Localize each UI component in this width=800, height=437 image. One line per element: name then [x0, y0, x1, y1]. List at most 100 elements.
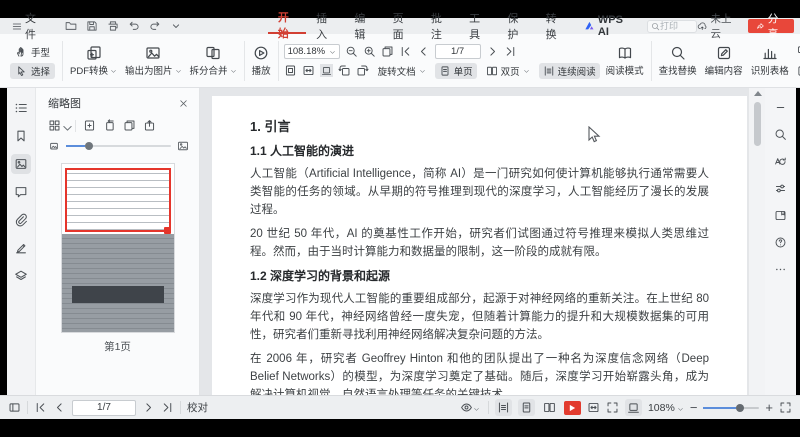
- split-merge-button[interactable]: 拆分合并: [186, 37, 241, 85]
- tab-开始[interactable]: 开始: [267, 12, 307, 40]
- panel-toggle-icon[interactable]: [8, 401, 21, 414]
- viewport-indicator[interactable]: [64, 168, 171, 234]
- wps-ai-button[interactable]: WPS AI: [584, 14, 633, 38]
- read-mode-button[interactable]: 阅读模式: [602, 37, 648, 85]
- compress-button[interactable]: 压缩: [793, 63, 800, 79]
- share-button[interactable]: 分享: [748, 13, 794, 40]
- outline-icon[interactable]: [11, 98, 31, 118]
- fit-visible-icon[interactable]: [319, 64, 333, 77]
- prev-page-icon[interactable]: [53, 401, 66, 414]
- image-small-icon[interactable]: [48, 140, 60, 152]
- thumbnail-size-slider[interactable]: [66, 142, 171, 150]
- layers-icon[interactable]: [11, 266, 31, 286]
- reader-icon[interactable]: [772, 206, 790, 224]
- image-large-icon[interactable]: [177, 140, 189, 152]
- search-icon[interactable]: [772, 125, 790, 143]
- page-indicator-box[interactable]: 1/7: [72, 399, 136, 416]
- fullscreen-icon[interactable]: [779, 401, 792, 414]
- single-page-toggle[interactable]: [517, 399, 535, 416]
- more-icon[interactable]: [772, 260, 790, 278]
- play-button[interactable]: 播放: [248, 37, 275, 85]
- insert-page-icon[interactable]: [83, 119, 96, 132]
- page-thumbnail[interactable]: [61, 164, 174, 332]
- zoom-in-icon[interactable]: [363, 45, 376, 58]
- scrollbar-thumb[interactable]: [754, 102, 761, 146]
- continuous-reading-button[interactable]: 连续阅读: [538, 62, 600, 79]
- save-icon[interactable]: [86, 20, 98, 32]
- next-page-icon[interactable]: [486, 45, 499, 58]
- grid-view-icon[interactable]: [48, 119, 72, 132]
- zoom-slider[interactable]: [703, 403, 760, 412]
- attachment-icon[interactable]: [11, 210, 31, 230]
- pages-icon[interactable]: [381, 45, 394, 58]
- double-page-toggle[interactable]: [541, 399, 558, 416]
- next-page-icon[interactable]: [142, 401, 155, 414]
- thumbnail-icon[interactable]: [11, 154, 31, 174]
- tab-编辑[interactable]: 编辑: [344, 13, 382, 41]
- slider-handle[interactable]: [84, 142, 93, 150]
- rotate-right-icon[interactable]: [356, 64, 369, 77]
- command-search-input[interactable]: [659, 21, 694, 31]
- rotate-left-icon[interactable]: [338, 64, 351, 77]
- find-replace-button[interactable]: 查找替换: [655, 37, 701, 85]
- signature-icon[interactable]: [11, 238, 31, 258]
- last-page-icon[interactable]: [504, 45, 517, 58]
- open-folder-icon[interactable]: [65, 20, 77, 32]
- hand-tool-button[interactable]: 手型: [10, 44, 55, 60]
- export-image-button[interactable]: 输出为图片: [121, 37, 186, 85]
- prev-page-icon[interactable]: [417, 45, 430, 58]
- undo-icon[interactable]: [128, 20, 140, 32]
- fit-width-icon[interactable]: [587, 401, 600, 414]
- fit-page-toggle[interactable]: [624, 399, 642, 416]
- last-page-icon[interactable]: [161, 401, 174, 414]
- double-page-button[interactable]: 双页: [482, 63, 534, 79]
- help-icon[interactable]: [772, 233, 790, 251]
- tab-页面[interactable]: 页面: [383, 13, 421, 41]
- bookmark-icon[interactable]: [11, 126, 31, 146]
- extract-page-icon[interactable]: [143, 119, 156, 132]
- fit-screen-icon[interactable]: [606, 401, 619, 414]
- pdf-convert-button[interactable]: PDF转换: [66, 37, 121, 85]
- command-search-box[interactable]: [646, 19, 697, 33]
- zoom-in-button[interactable]: +: [765, 400, 773, 415]
- tab-插入[interactable]: 插入: [306, 13, 344, 41]
- zoom-out-icon[interactable]: [345, 45, 358, 58]
- chevron-down-icon[interactable]: [170, 20, 182, 32]
- select-tool-button[interactable]: 选择: [10, 62, 56, 79]
- comment-icon[interactable]: [11, 182, 31, 202]
- pdf-page[interactable]: 1. 引言 1.1 人工智能的演进 人工智能（Artificial Intellig…: [212, 96, 747, 395]
- fit-width-icon[interactable]: [302, 64, 315, 77]
- tab-转换[interactable]: 转换: [536, 13, 574, 41]
- zoom-level-button[interactable]: 108%: [648, 402, 684, 414]
- rotate-page-icon[interactable]: [103, 119, 116, 132]
- tab-保护[interactable]: 保护: [497, 13, 535, 41]
- rotate-doc-button[interactable]: 旋转文档: [374, 63, 430, 79]
- fit-page-icon[interactable]: [284, 64, 297, 77]
- translate-icon[interactable]: [772, 152, 790, 170]
- zoom-slider-handle[interactable]: [735, 403, 744, 412]
- first-page-icon[interactable]: [34, 401, 47, 414]
- proofread-button[interactable]: 校对: [187, 400, 208, 415]
- redo-icon[interactable]: [149, 20, 161, 32]
- edit-content-button[interactable]: 编辑内容: [701, 37, 747, 85]
- document-scrollbar[interactable]: [748, 88, 765, 395]
- single-page-button[interactable]: 单页: [434, 62, 477, 79]
- zoom-value: 108.18%: [287, 45, 326, 57]
- scroll-up-arrow[interactable]: [754, 91, 762, 96]
- close-icon[interactable]: [178, 98, 189, 109]
- first-page-icon[interactable]: [399, 45, 412, 58]
- settings-icon[interactable]: [772, 179, 790, 197]
- detect-table-button[interactable]: 识别表格: [747, 37, 793, 85]
- print-icon[interactable]: [107, 20, 119, 32]
- copy-page-icon[interactable]: [123, 119, 136, 132]
- zoom-combo[interactable]: 108.18%: [283, 43, 340, 59]
- zoom-out-button[interactable]: −: [690, 400, 698, 415]
- tab-工具[interactable]: 工具: [459, 13, 497, 41]
- tab-批注[interactable]: 批注: [421, 13, 459, 41]
- play-button[interactable]: [563, 400, 581, 415]
- continuous-reading-toggle[interactable]: [494, 399, 512, 416]
- view-mode-button[interactable]: [458, 399, 482, 416]
- collapse-icon[interactable]: [772, 98, 790, 116]
- screenshot-compare-button[interactable]: 截图对比: [793, 43, 800, 59]
- page-indicator-box[interactable]: 1/7: [434, 43, 481, 59]
